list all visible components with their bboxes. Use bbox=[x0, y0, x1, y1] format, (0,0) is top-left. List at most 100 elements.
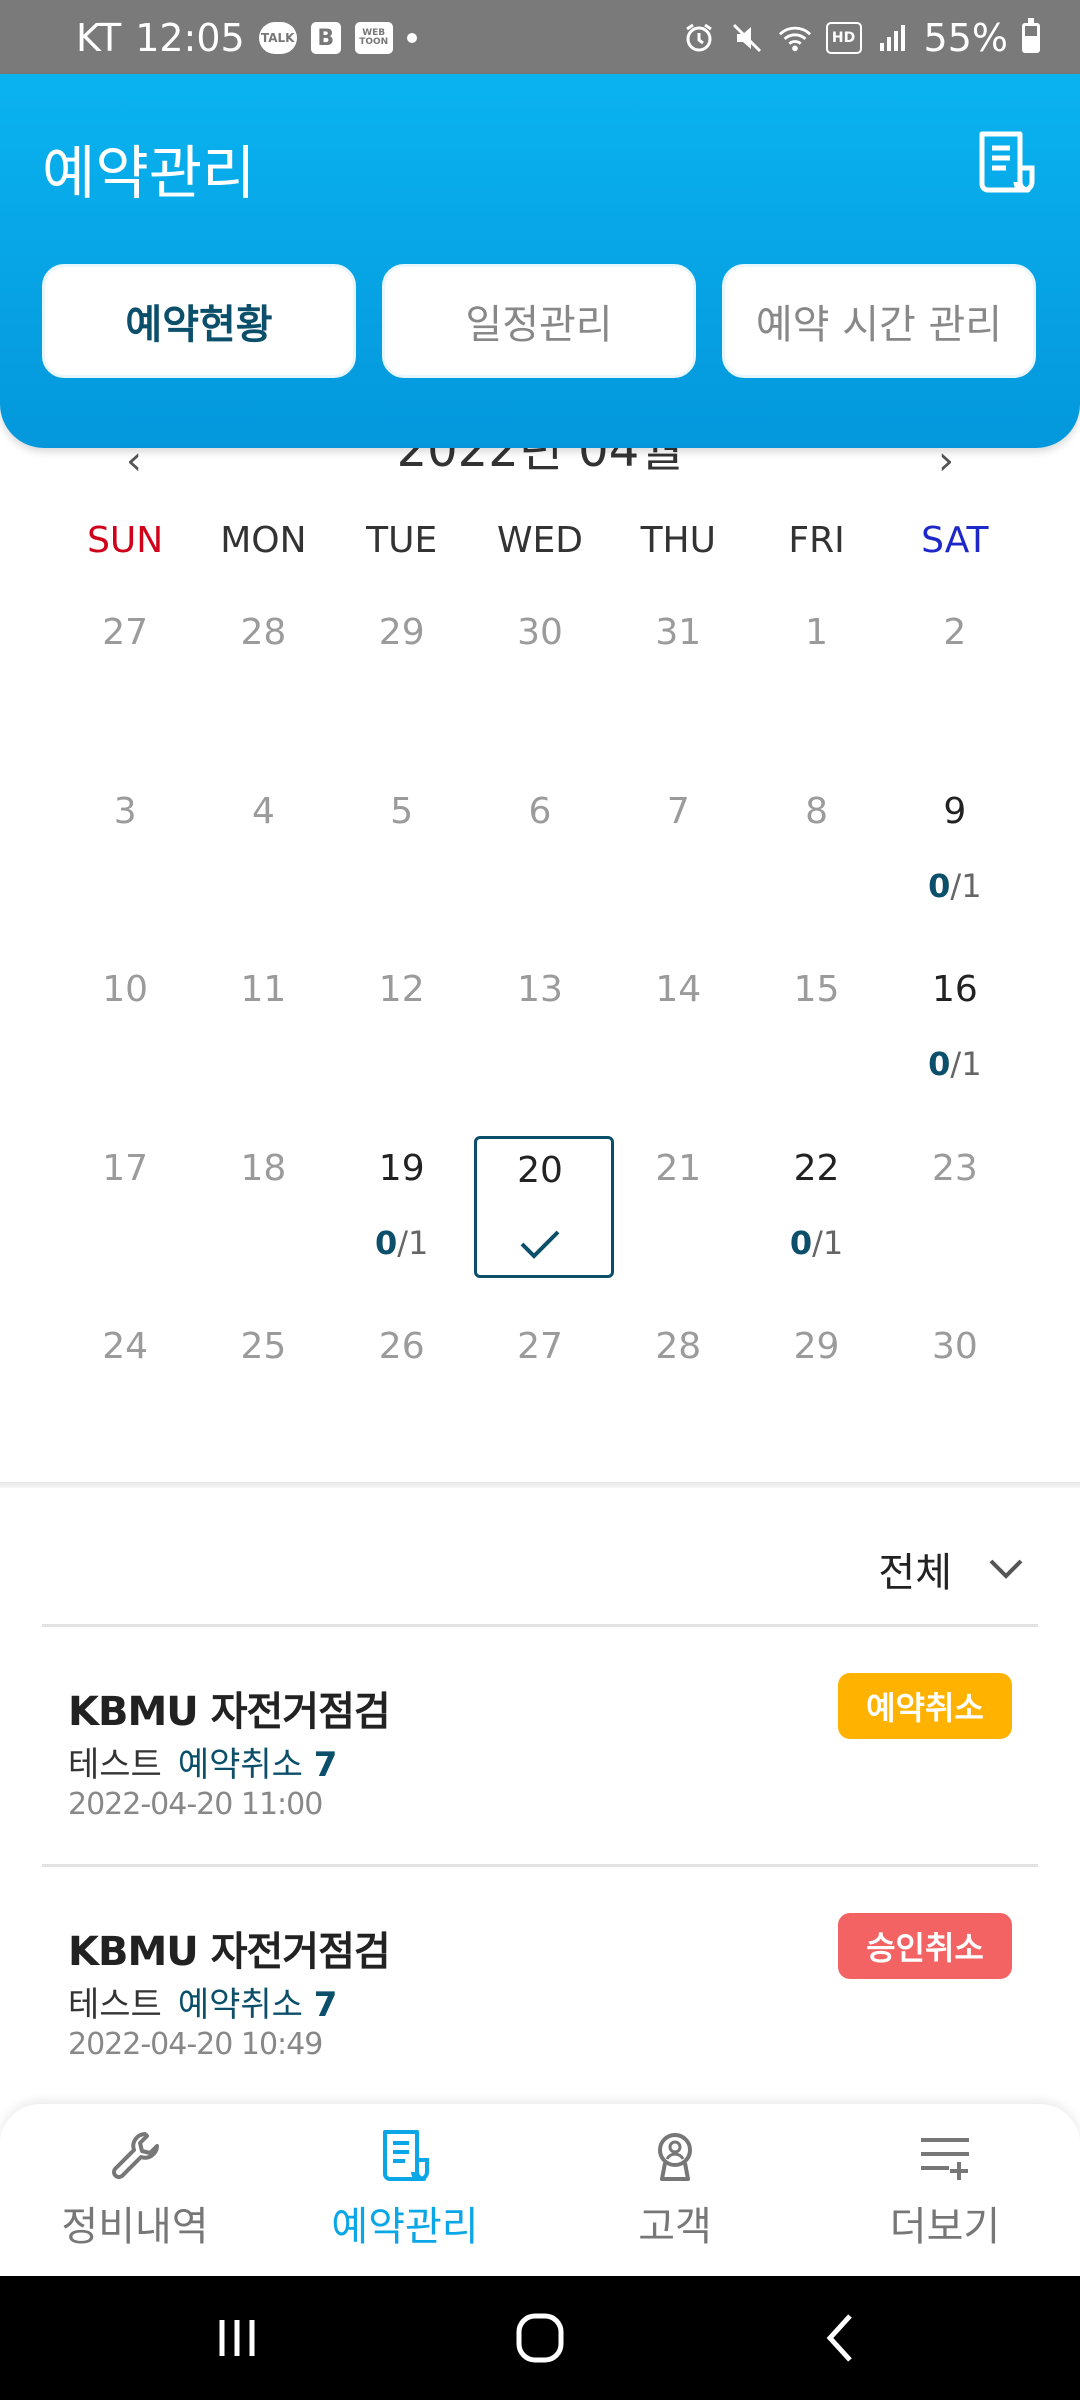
day-number: 1 bbox=[805, 612, 829, 653]
filter-dropdown[interactable]: 전체 bbox=[878, 1540, 1024, 1598]
calendar-day[interactable]: 23 bbox=[886, 1136, 1024, 1315]
recent-apps-icon[interactable] bbox=[202, 2306, 272, 2370]
day-number: 29 bbox=[793, 1326, 840, 1367]
weekday-sat: SAT bbox=[921, 520, 989, 561]
weekday-sun: SUN bbox=[87, 520, 164, 561]
day-number: 18 bbox=[240, 1147, 287, 1189]
tab-bar: 예약현황 일정관리 예약 시간 관리 bbox=[42, 264, 1036, 378]
calendar-day[interactable]: 28 bbox=[194, 600, 332, 779]
weekday-thu: THU bbox=[640, 520, 716, 561]
battery-percent: 55% bbox=[923, 16, 1008, 60]
weekday-mon: MON bbox=[220, 520, 307, 561]
calendar-day[interactable]: 1 bbox=[747, 600, 885, 779]
calendar-day[interactable]: 21 bbox=[609, 1136, 747, 1315]
band-icon: B bbox=[310, 22, 341, 54]
wrench-icon bbox=[112, 2132, 159, 2179]
mute-icon bbox=[730, 21, 764, 55]
calendar-day[interactable]: 28 bbox=[609, 1314, 747, 1493]
calendar-day[interactable]: 3 bbox=[56, 779, 194, 958]
calendar-day[interactable]: 27 bbox=[56, 600, 194, 779]
nav-more[interactable]: 더보기 bbox=[810, 2104, 1080, 2276]
reservation-count: 0/1 bbox=[928, 866, 982, 905]
calendar-day[interactable]: 30 bbox=[886, 1314, 1024, 1493]
status-bar: KT 12:05 TALK B WEB TOON HD 55% bbox=[0, 0, 1080, 74]
weekday-fri: FRI bbox=[788, 520, 845, 561]
calendar-day[interactable]: 12 bbox=[333, 957, 471, 1136]
back-icon[interactable] bbox=[808, 2306, 878, 2370]
calendar-day[interactable]: 2 bbox=[886, 600, 1024, 779]
reservation-item[interactable]: KBMU 자전거점검 테스트 예약취소 7 2022-04-20 11:00 예약… bbox=[42, 1627, 1038, 1867]
filter-selected-label: 전체 bbox=[878, 1550, 952, 1596]
calendar-day[interactable]: 24 bbox=[56, 1314, 194, 1493]
calendar-day[interactable]: 26 bbox=[333, 1314, 471, 1493]
calendar-day[interactable]: 8 bbox=[747, 779, 885, 958]
nav-reservation-management[interactable]: 예약관리 bbox=[270, 2104, 540, 2276]
page-title: 예약관리 bbox=[42, 139, 256, 207]
calendar-day[interactable]: 31 bbox=[609, 600, 747, 779]
calendar-day[interactable]: 29 bbox=[747, 1314, 885, 1493]
day-number: 27 bbox=[517, 1326, 563, 1367]
calendar-day[interactable]: 13 bbox=[471, 957, 609, 1136]
tab-schedule-management[interactable]: 일정관리 bbox=[382, 264, 696, 378]
day-number: 16 bbox=[931, 969, 978, 1010]
clock: 12:05 bbox=[135, 16, 245, 60]
chevron-down-icon bbox=[989, 1559, 1023, 1579]
tab-reservation-status[interactable]: 예약현황 bbox=[42, 264, 356, 378]
calendar-day[interactable]: 27 bbox=[471, 1314, 609, 1493]
calendar-day[interactable]: 30 bbox=[471, 600, 609, 779]
status-text: 예약취소 7 bbox=[177, 1985, 338, 2025]
calendar-day[interactable]: 17 bbox=[56, 1136, 194, 1315]
bottom-navigation: 정비내역 예약관리 고객 더보기 bbox=[0, 2104, 1080, 2276]
list-plus-icon bbox=[921, 2138, 969, 2180]
day-number: 26 bbox=[378, 1326, 425, 1367]
reservation-count: 0/1 bbox=[928, 1045, 982, 1083]
day-number: 31 bbox=[655, 612, 702, 653]
wifi-icon bbox=[778, 21, 812, 55]
day-number: 6 bbox=[528, 790, 552, 832]
tab-reservation-time-management[interactable]: 예약 시간 관리 bbox=[722, 264, 1036, 378]
webtoon-icon: WEB TOON bbox=[354, 22, 393, 54]
nav-label: 예약관리 bbox=[331, 2204, 479, 2250]
alarm-icon bbox=[682, 21, 716, 55]
calendar-day[interactable]: 7 bbox=[609, 779, 747, 958]
calendar-day[interactable]: 22 0/1 bbox=[747, 1136, 885, 1315]
day-number: 7 bbox=[666, 790, 690, 832]
calendar-day[interactable]: 18 bbox=[194, 1136, 332, 1315]
document-icon[interactable] bbox=[972, 128, 1038, 194]
home-icon[interactable] bbox=[505, 2306, 575, 2370]
day-number: 2 bbox=[943, 612, 967, 653]
calendar-day[interactable]: 10 bbox=[56, 957, 194, 1136]
calendar-day[interactable]: 9 0/1 bbox=[886, 779, 1024, 958]
calendar-day[interactable]: 25 bbox=[194, 1314, 332, 1493]
calendar-day[interactable]: 6 bbox=[471, 779, 609, 958]
calendar-day[interactable]: 29 bbox=[333, 600, 471, 779]
nav-customers[interactable]: 고객 bbox=[540, 2104, 810, 2276]
system-navigation-bar bbox=[0, 2276, 1080, 2400]
reservation-subline: 테스트 예약취소 7 bbox=[68, 1737, 337, 1786]
reservation-count: 0/1 bbox=[375, 1223, 429, 1262]
day-number: 14 bbox=[655, 969, 702, 1010]
calendar-day[interactable]: 5 bbox=[333, 779, 471, 958]
day-number: 25 bbox=[240, 1326, 287, 1367]
day-number: 27 bbox=[102, 612, 149, 653]
day-number: 15 bbox=[793, 969, 840, 1010]
calendar-day[interactable]: 4 bbox=[194, 779, 332, 958]
calendar-day[interactable]: 20 bbox=[471, 1135, 614, 1315]
service-name: KBMU 자전거점검 bbox=[68, 1689, 391, 1735]
day-number: 19 bbox=[378, 1147, 425, 1189]
app-header: 예약관리 예약현황 일정관리 예약 시간 관리 bbox=[0, 74, 1080, 448]
calendar-day[interactable]: 11 bbox=[194, 957, 332, 1136]
calendar-day[interactable]: 16 0/1 bbox=[886, 957, 1024, 1136]
reservation-item[interactable]: KBMU 자전거점검 테스트 예약취소 7 2022-04-20 10:49 승인… bbox=[42, 1867, 1038, 2107]
weekday-header: SUN MON TUE WED THU FRI SAT bbox=[56, 520, 1024, 561]
nav-maintenance-history[interactable]: 정비내역 bbox=[0, 2104, 270, 2276]
calendar-day[interactable]: 14 bbox=[609, 957, 747, 1136]
section-divider bbox=[0, 1482, 1080, 1488]
calendar-day[interactable]: 15 bbox=[747, 957, 885, 1136]
signal-icon bbox=[876, 21, 910, 55]
document-icon bbox=[383, 2130, 429, 2181]
day-number: 28 bbox=[655, 1326, 702, 1367]
day-number: 10 bbox=[102, 969, 149, 1010]
calendar-day[interactable]: 19 0/1 bbox=[333, 1136, 471, 1315]
day-number: 24 bbox=[102, 1326, 149, 1367]
